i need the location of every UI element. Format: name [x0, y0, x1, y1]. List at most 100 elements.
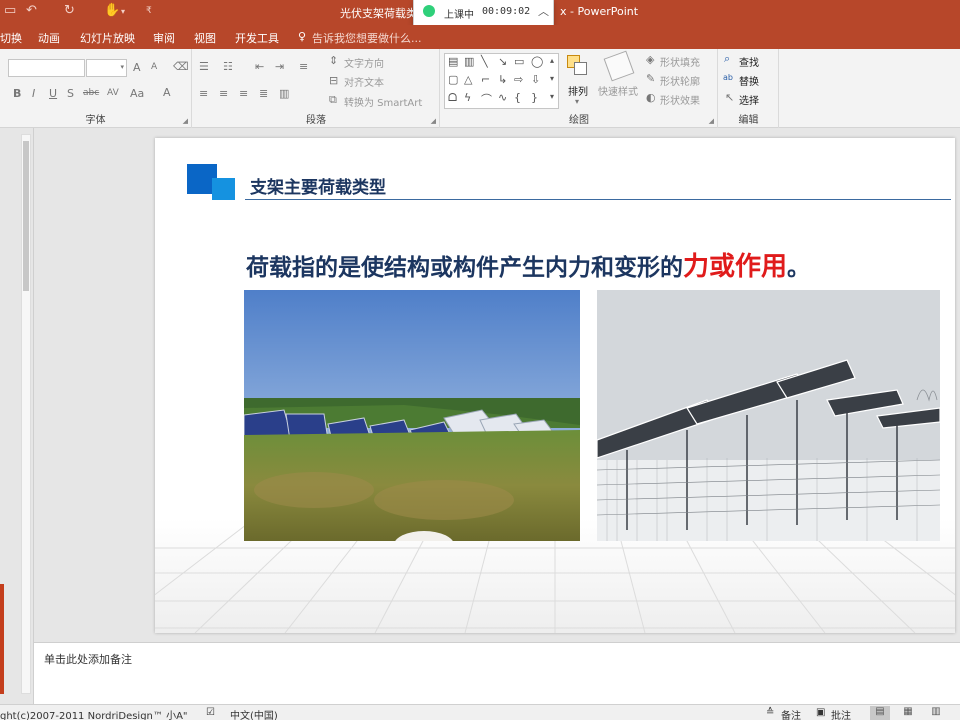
slide-statement[interactable]: 荷载指的是使结构或构件产生内力和变形的力或作用。: [246, 246, 810, 283]
increase-indent-icon[interactable]: ⇥: [275, 60, 284, 73]
collapsed-solar-array-photo[interactable]: [244, 290, 580, 541]
tab-view[interactable]: 视图: [194, 30, 216, 46]
change-case-button[interactable]: Aa: [130, 87, 144, 100]
down-arrow-shape-icon[interactable]: ⇩: [531, 73, 540, 86]
heading-divider: [245, 199, 951, 200]
language-indicator[interactable]: 中文(中国): [230, 707, 278, 720]
heading-square-icon: [187, 164, 235, 200]
character-spacing-button[interactable]: AV: [107, 88, 119, 98]
shadow-button[interactable]: S: [67, 87, 74, 100]
scrollbar-thumb[interactable]: [23, 141, 29, 291]
triangle-shape-icon[interactable]: △: [464, 73, 472, 86]
replace-button[interactable]: 替换: [739, 73, 759, 88]
quick-styles-button[interactable]: 快速样式: [598, 83, 638, 98]
save-icon[interactable]: ▭: [4, 3, 16, 18]
gallery-more-icon[interactable]: ▾: [550, 92, 554, 101]
spellcheck-icon[interactable]: ☑: [206, 707, 215, 718]
justify-icon[interactable]: ≣: [259, 87, 268, 100]
slide-sorter-view-icon[interactable]: ▦: [898, 706, 918, 720]
rounded-rect-shape-icon[interactable]: ▢: [448, 73, 458, 86]
notes-pane[interactable]: 单击此处添加备注: [34, 642, 960, 704]
class-timer-time: 00:09:02: [482, 6, 531, 17]
normal-view-icon[interactable]: ▤: [870, 706, 890, 720]
font-color-button[interactable]: A: [163, 86, 171, 99]
customize-icon[interactable]: ₹: [146, 6, 152, 16]
line-spacing-icon[interactable]: ≡: [299, 60, 308, 73]
strikethrough-button[interactable]: abc: [83, 88, 99, 98]
textbox-shape-icon[interactable]: ▤: [448, 55, 458, 68]
touch-mode-dropdown-icon[interactable]: ▾: [121, 7, 125, 16]
bold-button[interactable]: B: [13, 87, 21, 100]
arrange-button[interactable]: 排列: [568, 83, 588, 98]
oval-shape-icon[interactable]: ◯: [531, 55, 543, 68]
line-shape-icon[interactable]: ╲: [481, 55, 488, 68]
comments-toggle-button[interactable]: 批注: [831, 707, 851, 720]
chevron-up-icon[interactable]: ︿: [538, 3, 549, 19]
editing-group: ⌕ 查找 ab 替换 ↖ 选择 编辑: [719, 49, 779, 128]
snow-covered-solar-array-photo[interactable]: [597, 290, 940, 541]
text-direction-icon: ⇕: [329, 54, 339, 67]
font-name-combo[interactable]: [8, 59, 85, 77]
tab-slideshow[interactable]: 幻灯片放映: [80, 30, 135, 46]
grow-font-icon[interactable]: A: [133, 61, 141, 74]
redo-icon[interactable]: ↻: [64, 3, 75, 18]
touch-mode-icon[interactable]: ✋: [104, 3, 120, 18]
undo-icon[interactable]: ↶: [26, 3, 37, 18]
slide-heading[interactable]: 支架主要荷载类型: [250, 173, 386, 198]
clear-format-icon[interactable]: ⌫: [173, 60, 189, 73]
font-size-combo[interactable]: ▾: [86, 59, 127, 77]
lightning-shape-icon[interactable]: ϟ: [464, 91, 471, 104]
elbow-connector-shape-icon[interactable]: ⌐: [481, 73, 490, 86]
select-button[interactable]: 选择: [739, 92, 759, 107]
replace-icon: ab: [723, 73, 733, 82]
shape-fill-button[interactable]: 形状填充: [660, 54, 700, 69]
dialog-launcher-icon[interactable]: ◢: [183, 117, 188, 125]
live-status-icon: [423, 5, 435, 17]
shrink-font-icon[interactable]: A: [151, 62, 157, 72]
align-text-button[interactable]: 对齐文本: [344, 74, 384, 89]
vertical-textbox-shape-icon[interactable]: ▥: [464, 55, 474, 68]
tab-developer[interactable]: 开发工具: [235, 30, 279, 46]
slide-canvas[interactable]: 支架主要荷载类型 荷载指的是使结构或构件产生内力和变形的力或作用。: [155, 138, 955, 633]
text-direction-button[interactable]: 文字方向: [344, 55, 384, 70]
bullets-icon[interactable]: ☰: [199, 60, 209, 73]
editing-group-label: 编辑: [738, 115, 759, 126]
tab-review[interactable]: 审阅: [153, 30, 175, 46]
align-text-icon: ⊟: [329, 74, 339, 87]
right-arrow-shape-icon[interactable]: ⇨: [514, 73, 523, 86]
dialog-launcher-icon[interactable]: ◢: [431, 117, 436, 125]
arc-shape-icon[interactable]: ⌒: [481, 91, 492, 107]
right-brace-shape-icon[interactable]: }: [531, 91, 538, 104]
reading-view-icon[interactable]: ▥: [926, 706, 946, 720]
shape-outline-button[interactable]: 形状轮廓: [660, 73, 700, 88]
columns-icon[interactable]: ▥: [279, 87, 289, 100]
dialog-launcher-icon[interactable]: ◢: [709, 117, 714, 125]
thumbnail-scrollbar[interactable]: [21, 134, 31, 694]
tab-animations[interactable]: 动画: [38, 30, 60, 46]
decrease-indent-icon[interactable]: ⇤: [255, 60, 264, 73]
gallery-scroll-up-icon[interactable]: ▴: [550, 56, 554, 65]
shapes-gallery[interactable]: ▤ ▥ ╲ ↘ ▭ ◯ ▢ △ ⌐ ↳ ⇨ ⇩ ᗝ ϟ ⌒ ∿ { } ▴ ▾ …: [444, 53, 559, 109]
left-brace-shape-icon[interactable]: {: [514, 91, 521, 104]
flowchart-shape-icon[interactable]: ᗝ: [448, 91, 457, 105]
align-right-icon[interactable]: ≡: [239, 87, 248, 100]
tab-transitions[interactable]: 切换: [0, 30, 22, 46]
convert-smartart-button[interactable]: 转换为 SmartArt: [344, 94, 422, 109]
elbow-arrow-shape-icon[interactable]: ↳: [498, 73, 507, 86]
rectangle-shape-icon[interactable]: ▭: [514, 55, 524, 68]
statement-text: 荷载指的是使结构或构件产生内力和变形的: [246, 255, 683, 281]
class-timer-widget[interactable]: 上课中 00:09:02 ︿: [413, 0, 554, 26]
align-center-icon[interactable]: ≡: [219, 87, 228, 100]
shape-effects-button[interactable]: 形状效果: [660, 92, 700, 107]
underline-button[interactable]: U: [49, 87, 57, 100]
numbering-icon[interactable]: ☷: [223, 60, 233, 73]
find-button[interactable]: 查找: [739, 54, 759, 69]
gallery-scroll-down-icon[interactable]: ▾: [550, 74, 554, 83]
align-left-icon[interactable]: ≡: [199, 87, 208, 100]
notes-placeholder[interactable]: 单击此处添加备注: [44, 651, 132, 667]
tell-me-search[interactable]: 告诉我您想要做什么...: [312, 30, 422, 46]
italic-button[interactable]: I: [32, 87, 35, 100]
curve-shape-icon[interactable]: ∿: [498, 91, 507, 104]
arrow-line-shape-icon[interactable]: ↘: [498, 55, 507, 68]
notes-toggle-button[interactable]: 备注: [781, 707, 801, 720]
